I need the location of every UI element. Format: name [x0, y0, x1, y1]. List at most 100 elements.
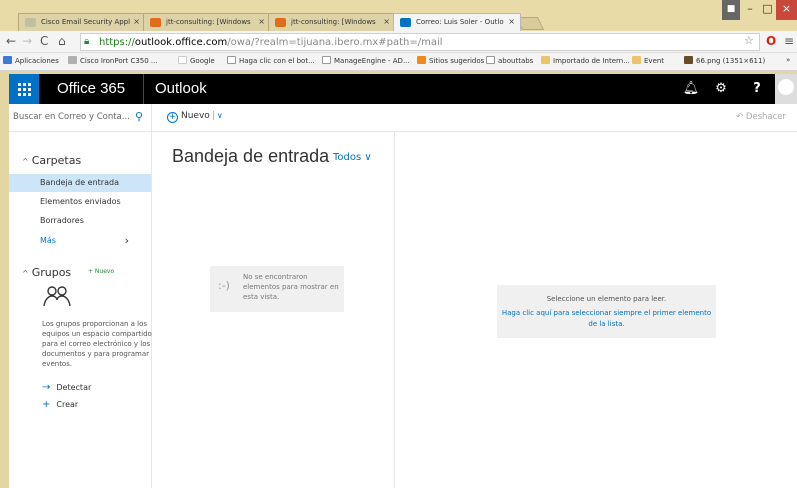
new-message-button[interactable]: + Nuevo | ∨ [167, 111, 223, 123]
groups-header-label: Grupos [31, 266, 72, 279]
new-group-link[interactable]: + Nuevo [88, 268, 114, 275]
collapse-caret-icon: ^ [22, 269, 29, 278]
bookmark-label: Event [644, 57, 665, 65]
tab-label: jtt-consulting: [Windows [291, 18, 376, 26]
notifications-bell-icon[interactable]: 🔔︎ [676, 74, 706, 104]
chevron-down-icon[interactable]: ∨ [217, 111, 223, 120]
bookmarks-bar: Aplicaciones Cisco IronPort C350 ... Goo… [0, 53, 797, 71]
bookmark-label: ManageEngine - AD... [334, 57, 410, 65]
smiley-icon: :-) [218, 279, 230, 292]
page-title: Bandeja de entrada [172, 146, 330, 166]
opera-extension-icon[interactable]: O [766, 34, 776, 48]
menu-icon[interactable]: ≡ [784, 34, 794, 48]
suite-title[interactable]: Office 365 [57, 80, 125, 97]
tab-label: Cisco Email Security Appl [41, 18, 131, 26]
new-label: Nuevo [181, 111, 210, 121]
search-box[interactable]: Buscar en Correo y Conta... ⚲ [9, 104, 152, 132]
user-profile-icon[interactable]: ■ [722, 0, 740, 20]
bookmark-label: Sitios sugeridos [429, 57, 485, 65]
filter-label: Todos [333, 152, 362, 163]
folder-inbox[interactable]: Bandeja de entrada [9, 174, 151, 192]
folder-more[interactable]: Más › [9, 232, 151, 250]
chevron-down-icon: ∨ [364, 152, 372, 163]
tab-close-icon[interactable]: × [508, 17, 515, 26]
groups-header[interactable]: ^ Grupos [22, 266, 71, 279]
cisco-icon [68, 56, 77, 64]
bookmark-label: Cisco IronPort C350 ... [80, 57, 158, 65]
groups-people-icon [43, 286, 71, 307]
page-icon [322, 56, 331, 64]
bookmark-label: Aplicaciones [15, 57, 59, 65]
folder-icon [632, 56, 641, 64]
tab-favicon-icon [150, 18, 161, 27]
plus-circle-icon: + [167, 112, 178, 123]
bookmark-google[interactable]: Google [178, 56, 215, 65]
help-icon[interactable]: ? [742, 74, 772, 104]
mail-favicon-icon [400, 18, 411, 27]
module-title[interactable]: Outlook [155, 80, 207, 97]
close-window-button[interactable]: × [776, 0, 797, 20]
bookmark-star-icon[interactable]: ☆ [744, 34, 754, 47]
empty-message: No se encontraron elementos para mostrar… [243, 273, 339, 301]
bookmark-label: abouttabs [498, 57, 534, 65]
browser-tab-jtt-1[interactable]: jtt-consulting: [Windows × [143, 13, 271, 31]
o365-suite-bar: Office 365 Outlook 🔔︎ ⚙ ? [9, 74, 797, 104]
url-host: outlook.office.com [134, 37, 228, 48]
address-bar[interactable]: 🔒︎ https://outlook.office.com/owa/?realm… [80, 33, 760, 51]
browser-toolbar: ← → C ⌂ 🔒︎ https://outlook.office.com/ow… [0, 31, 797, 53]
create-group-link[interactable]: + Crear [42, 399, 78, 410]
discover-groups-link[interactable]: → Detectar [42, 382, 91, 393]
reading-pane: Seleccione un elemento para leer. Haga c… [395, 132, 797, 488]
bookmark-manageengine[interactable]: ManageEngine - AD... [322, 56, 410, 65]
home-icon[interactable]: ⌂ [58, 34, 66, 48]
tab-close-icon[interactable]: × [133, 17, 140, 26]
folder-icon [541, 56, 550, 64]
filter-dropdown[interactable]: Todos ∨ [333, 152, 372, 163]
folder-drafts[interactable]: Borradores [9, 212, 151, 230]
maximize-button[interactable]: □ [760, 0, 775, 20]
minimize-button[interactable]: – [741, 0, 759, 20]
groups-description: Los grupos proporcionan a los equipos un… [42, 320, 152, 368]
page-icon [227, 56, 236, 64]
reload-icon[interactable]: C [40, 34, 48, 48]
search-input[interactable]: Buscar en Correo y Conta... [13, 112, 130, 122]
forward-arrow-icon[interactable]: → [22, 34, 32, 48]
bookmark-suggested[interactable]: Sitios sugeridos [417, 56, 484, 65]
more-label: Más [40, 236, 56, 245]
plus-icon: + [42, 399, 51, 410]
bookmark-cisco[interactable]: Cisco IronPort C350 ... [68, 56, 158, 65]
back-arrow-icon[interactable]: ← [6, 34, 16, 48]
search-icon[interactable]: ⚲ [135, 110, 143, 123]
empty-state: :-) No se encontraron elementos para mos… [210, 266, 344, 312]
browser-tab-jtt-2[interactable]: jtt-consulting: [Windows × [268, 13, 396, 31]
address-text[interactable]: https://outlook.office.com/owa/?realm=ti… [99, 37, 443, 48]
settings-gear-icon[interactable]: ⚙ [706, 74, 736, 104]
app-launcher-icon[interactable] [9, 74, 39, 104]
bookmark-image[interactable]: 66.png (1351×611) [684, 56, 765, 65]
bookmark-label: Haga clic con el bot... [239, 57, 315, 65]
reading-placeholder: Seleccione un elemento para leer. Haga c… [497, 285, 716, 338]
message-list: Bandeja de entrada Todos ∨ :-) No se enc… [152, 132, 395, 488]
tab-favicon-icon [25, 18, 36, 27]
browser-tab-outlook[interactable]: Correo: Luis Soler - Outlo × [393, 13, 521, 31]
always-select-first-link[interactable]: Haga clic aquí para seleccionar siempre … [497, 308, 716, 330]
browser-tab-cisco[interactable]: Cisco Email Security Appl × [18, 13, 146, 31]
suite-divider [143, 74, 144, 104]
bookmark-event[interactable]: Event [632, 56, 664, 65]
tab-favicon-icon [275, 18, 286, 27]
bookmark-label: 66.png (1351×611) [696, 57, 766, 65]
folders-header-label: Carpetas [31, 154, 82, 167]
bookmark-imported[interactable]: Importado de Intern... [541, 56, 630, 65]
folder-sent[interactable]: Elementos enviados [9, 193, 151, 211]
tab-close-icon[interactable]: × [383, 17, 390, 26]
bookmark-haga-clic[interactable]: Haga clic con el bot... [227, 56, 315, 65]
bookmark-abouttabs[interactable]: abouttabs [486, 56, 533, 65]
undo-button[interactable]: ↶ Deshacer [736, 112, 786, 122]
bookmarks-overflow[interactable]: » [786, 56, 790, 64]
bookmark-apps[interactable]: Aplicaciones [3, 56, 59, 65]
folder-pane: ^ Carpetas Bandeja de entrada Elementos e… [9, 132, 152, 488]
browser-window: Cisco Email Security Appl × jtt-consulti… [0, 0, 797, 488]
folders-header[interactable]: ^ Carpetas [22, 154, 81, 167]
tab-close-icon[interactable]: × [258, 17, 265, 26]
avatar[interactable] [775, 74, 797, 104]
